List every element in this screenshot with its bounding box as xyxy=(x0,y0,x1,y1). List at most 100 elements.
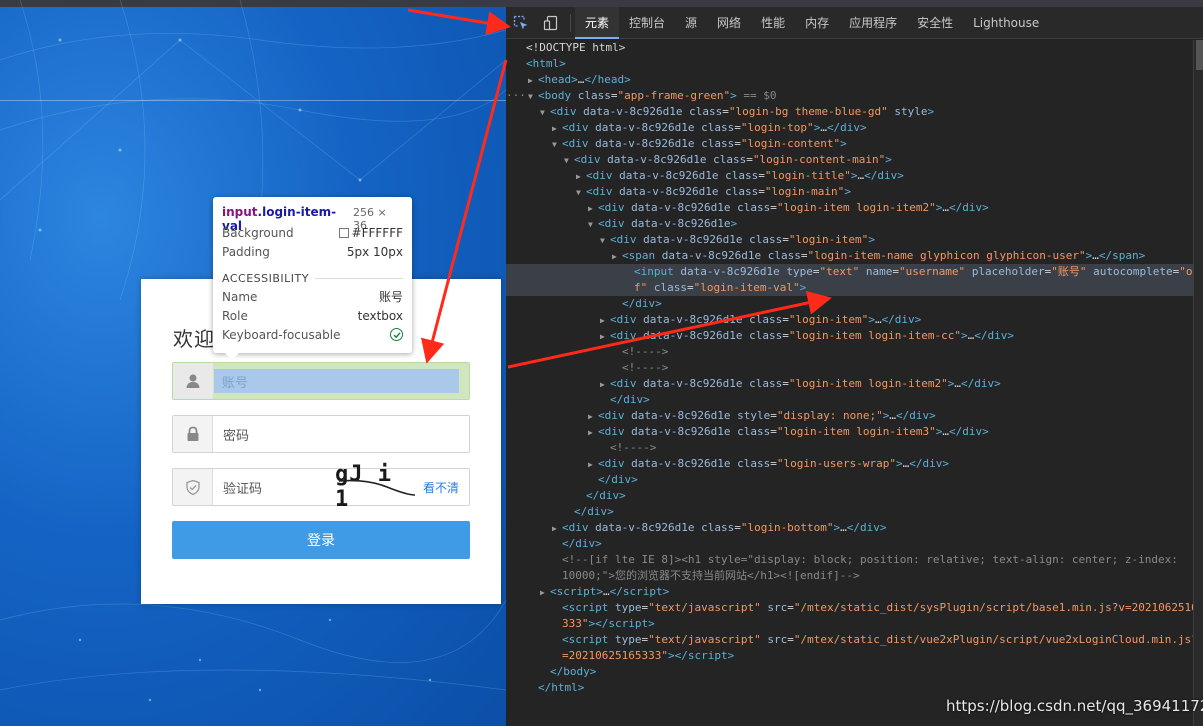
dom-node[interactable]: </div> xyxy=(506,472,1196,488)
devtools-tab[interactable]: 应用程序 xyxy=(839,7,907,39)
collapsed-triangle-icon[interactable]: ▶ xyxy=(552,521,562,537)
dom-node-text: </div> xyxy=(574,505,614,518)
dom-node-selected[interactable]: <input data-v-8c926d1e type="text" name=… xyxy=(506,264,1196,296)
dom-node-text: <!----> xyxy=(622,345,669,358)
devtools-tab[interactable]: 内存 xyxy=(795,7,839,39)
dom-node[interactable]: ▶ <div data-v-8c926d1e class="login-item"… xyxy=(506,312,1196,328)
dom-node[interactable]: </div> xyxy=(506,296,1196,312)
dom-node[interactable]: </div> xyxy=(506,504,1196,520)
devtools-tab[interactable]: 控制台 xyxy=(619,7,675,39)
inspect-element-icon[interactable] xyxy=(506,7,536,39)
page-viewport: 欢迎 账号 密码 验证码 gJ i 1 看不清 登录 input.login-i… xyxy=(0,0,506,726)
dom-node-text: <!----> xyxy=(622,361,669,374)
collapsed-triangle-icon[interactable]: ▶ xyxy=(600,313,610,329)
dom-node[interactable]: <!----> xyxy=(506,360,1196,376)
username-input[interactable]: 账号 xyxy=(214,369,459,393)
styles-pane-edge[interactable] xyxy=(1193,40,1203,726)
dom-node[interactable]: ▶ <div data-v-8c926d1e class="login-users… xyxy=(506,456,1196,472)
dom-node[interactable]: <!DOCTYPE html> xyxy=(506,40,1196,56)
watermark-text: https://blog.csdn.net/qq_36941172 xyxy=(946,697,1203,715)
dom-node[interactable]: ▶ <head>…</head> xyxy=(506,72,1196,88)
collapsed-triangle-icon[interactable]: ▶ xyxy=(612,249,622,265)
dom-node[interactable]: ▼ <div data-v-8c926d1e> xyxy=(506,216,1196,232)
dom-node-text: </div> xyxy=(598,473,638,486)
devtools-tab[interactable]: 元素 xyxy=(575,6,620,39)
login-button[interactable]: 登录 xyxy=(172,521,470,559)
dom-node[interactable]: <!--[if lte IE 8]><h1 style="display: bl… xyxy=(506,552,1196,584)
collapsed-triangle-icon[interactable]: ▶ xyxy=(588,425,598,441)
dom-node-text: <div data-v-8c926d1e style="display: non… xyxy=(598,409,936,422)
dom-node[interactable]: <!----> xyxy=(506,344,1196,360)
dom-node[interactable]: </html> xyxy=(506,680,1196,696)
dom-node[interactable]: ▶ <div data-v-8c926d1e class="login-item … xyxy=(506,424,1196,440)
collapsed-triangle-icon[interactable]: ▶ xyxy=(528,73,538,89)
dom-node-text: <body class="app-frame-green"> == $0 xyxy=(538,89,777,102)
dom-node-text: <div data-v-8c926d1e class="login-conten… xyxy=(574,153,892,166)
dom-node[interactable]: ▼ <div data-v-8c926d1e class="login-main"… xyxy=(506,184,1196,200)
collapsed-triangle-icon[interactable]: ▶ xyxy=(576,169,586,185)
collapsed-triangle-icon[interactable]: ▶ xyxy=(600,377,610,393)
expanded-triangle-icon[interactable]: ▼ xyxy=(576,185,586,201)
expanded-triangle-icon[interactable]: ▼ xyxy=(564,153,574,169)
dom-node-text: </div> xyxy=(610,393,650,406)
dom-node[interactable]: ▼ <div data-v-8c926d1e class="login-conte… xyxy=(506,136,1196,152)
dom-node[interactable]: ▶ <div data-v-8c926d1e class="login-top">… xyxy=(506,120,1196,136)
dom-node[interactable]: ▶ <script>…</script> xyxy=(506,584,1196,600)
tab-list: 元素 控制台源网络 性能 内存 应用程序 安全性 Lighthouse xyxy=(575,6,1049,39)
collapsed-triangle-icon[interactable]: ▶ xyxy=(588,201,598,217)
tooltip-padding-value: 5px 10px xyxy=(346,244,403,259)
dom-node[interactable]: <html> xyxy=(506,56,1196,72)
devtools-tab[interactable]: 源 xyxy=(675,7,707,39)
dom-node[interactable]: <script type="text/javascript" src="/mte… xyxy=(506,632,1196,664)
scrollbar-thumb[interactable] xyxy=(1196,40,1203,70)
tooltip-role-label: Role xyxy=(222,308,248,323)
devtools-tab[interactable]: 性能 xyxy=(751,7,795,39)
dom-node[interactable]: ▶ <span data-v-8c926d1e class="login-item… xyxy=(506,248,1196,264)
dom-node[interactable]: </div> xyxy=(506,536,1196,552)
expanded-triangle-icon[interactable]: ▼ xyxy=(552,137,562,153)
dom-node-text: <div data-v-8c926d1e class="login-item">… xyxy=(610,313,922,326)
dom-node-text: <script type="text/javascript" src="/mte… xyxy=(562,601,1196,630)
dom-node[interactable]: ▶ <div data-v-8c926d1e style="display: no… xyxy=(506,408,1196,424)
username-row: 账号 xyxy=(172,362,470,400)
dom-node[interactable]: </body> xyxy=(506,664,1196,680)
captcha-image[interactable]: gJ i 1 xyxy=(335,462,415,512)
expanded-triangle-icon[interactable]: ▼ xyxy=(528,89,538,105)
dom-node-text: </body> xyxy=(550,665,597,678)
expanded-triangle-icon[interactable]: ▼ xyxy=(588,217,598,233)
collapsed-triangle-icon[interactable]: ▶ xyxy=(600,329,610,345)
dom-node[interactable]: ▶ <div data-v-8c926d1e class="login-title… xyxy=(506,168,1196,184)
dom-node-text: <html> xyxy=(526,57,566,70)
dom-node[interactable]: <script type="text/javascript" src="/mte… xyxy=(506,600,1196,632)
expanded-triangle-icon[interactable]: ▼ xyxy=(600,233,610,249)
collapsed-triangle-icon[interactable]: ▶ xyxy=(540,585,550,601)
dom-node[interactable]: ▼ <div data-v-8c926d1e class="login-conte… xyxy=(506,152,1196,168)
expanded-triangle-icon[interactable]: ▼ xyxy=(540,105,550,121)
devtools-tab[interactable]: Lighthouse xyxy=(963,7,1049,39)
dom-node[interactable]: <!----> xyxy=(506,440,1196,456)
dom-node[interactable]: ▼ <div data-v-8c926d1e class="login-bg th… xyxy=(506,104,1196,120)
user-icon xyxy=(173,363,213,399)
collapsed-triangle-icon[interactable]: ▶ xyxy=(588,409,598,425)
devtools-tab[interactable]: 安全性 xyxy=(907,7,963,39)
password-input[interactable]: 密码 xyxy=(213,416,469,452)
dom-node[interactable]: ▼ <div data-v-8c926d1e class="login-item"… xyxy=(506,232,1196,248)
device-toolbar-icon[interactable] xyxy=(536,7,566,39)
devtools-tab[interactable]: 网络 xyxy=(707,7,751,39)
ellipsis-icon[interactable]: ··· xyxy=(506,88,526,104)
dom-node-text: <div data-v-8c926d1e class="login-item l… xyxy=(598,425,989,438)
tooltip-tag: input xyxy=(222,205,258,219)
dom-node[interactable]: ▶ <div data-v-8c926d1e class="login-botto… xyxy=(506,520,1196,536)
collapsed-triangle-icon[interactable]: ▶ xyxy=(552,121,562,137)
dom-node[interactable]: </div> xyxy=(506,392,1196,408)
collapsed-triangle-icon[interactable]: ▶ xyxy=(588,457,598,473)
captcha-refresh-link[interactable]: 看不清 xyxy=(413,469,469,505)
dom-node[interactable]: </div> xyxy=(506,488,1196,504)
dom-node[interactable]: ▶ <div data-v-8c926d1e class="login-item … xyxy=(506,200,1196,216)
dom-node[interactable]: ··· ▼ <body class="app-frame-green"> == $0 xyxy=(506,88,1196,104)
dom-node[interactable]: ▶ <div data-v-8c926d1e class="login-item … xyxy=(506,376,1196,392)
elements-dom-tree[interactable]: <!DOCTYPE html> <html> ▶ <head>…</head> ··· ▼… xyxy=(506,40,1196,726)
dom-node-text: <div data-v-8c926d1e class="login-top">…… xyxy=(562,121,867,134)
captcha-input[interactable]: 验证码 xyxy=(213,469,335,505)
dom-node[interactable]: ▶ <div data-v-8c926d1e class="login-item … xyxy=(506,328,1196,344)
